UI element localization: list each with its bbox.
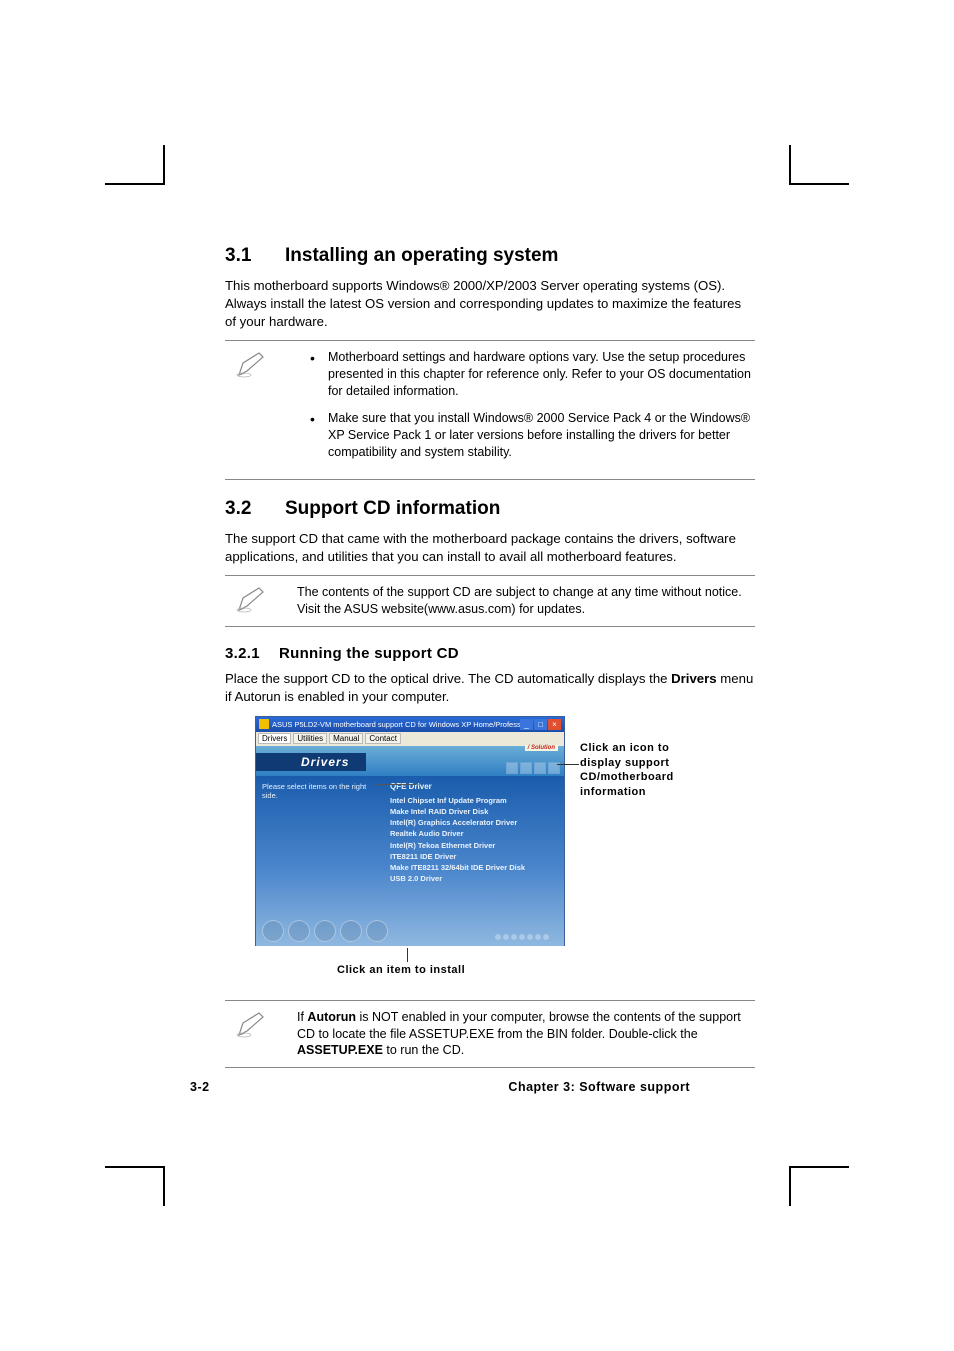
banner-tag: / Solution: [525, 745, 558, 751]
info-icon[interactable]: [506, 762, 518, 774]
bold: ASSETUP.EXE: [297, 1043, 383, 1057]
list-item[interactable]: Make ITE8211 32/64bit IDE Driver Disk: [390, 862, 560, 873]
section2-intro: The support CD that came with the mother…: [225, 530, 755, 566]
note-box-3: If Autorun is NOT enabled in your comput…: [225, 1000, 755, 1069]
note1-item1: Motherboard settings and hardware option…: [310, 349, 755, 400]
menu-manual[interactable]: Manual: [329, 733, 363, 744]
dot: [535, 934, 541, 940]
round-icon[interactable]: [314, 920, 336, 942]
dot: [511, 934, 517, 940]
menu-bar: Drivers Utilities Manual Contact: [256, 732, 564, 746]
right-panel: QFE Driver Intel Chipset Inf Update Prog…: [386, 776, 564, 946]
callout-line: [376, 784, 416, 785]
list-item[interactable]: Intel(R) Graphics Accelerator Driver: [390, 817, 560, 828]
round-icon[interactable]: [366, 920, 388, 942]
round-icon[interactable]: [262, 920, 284, 942]
text: Place the support CD to the optical driv…: [225, 671, 671, 686]
dot: [543, 934, 549, 940]
callout-line-right: [557, 764, 579, 765]
footer: 3-2 Chapter 3: Software support: [190, 1080, 690, 1094]
heading-num: 3.1: [225, 245, 285, 267]
note2-text: The contents of the support CD are subje…: [297, 584, 755, 618]
page-number: 3-2: [190, 1080, 210, 1094]
chapter-label: Chapter 3: Software support: [508, 1080, 690, 1094]
crop-mark-bl: [105, 1166, 165, 1206]
banner: / Solution Drivers: [256, 746, 564, 776]
window-body: Please select items on the right side. Q…: [256, 776, 564, 946]
window-buttons: _ □ ×: [520, 719, 561, 730]
close-icon[interactable]: ×: [548, 719, 561, 730]
list-item[interactable]: Intel(R) Tekoa Ethernet Driver: [390, 840, 560, 851]
minimize-icon[interactable]: _: [520, 719, 533, 730]
note-box-2: The contents of the support CD are subje…: [225, 575, 755, 627]
heading-num: 3.2: [225, 498, 285, 520]
heading-text: Running the support CD: [279, 645, 459, 662]
list-item[interactable]: Realtek Audio Driver: [390, 828, 560, 839]
round-icon[interactable]: [288, 920, 310, 942]
text: If: [297, 1010, 307, 1024]
section1-intro: This motherboard supports Windows® 2000/…: [225, 277, 755, 330]
list-item[interactable]: Intel Chipset Inf Update Program: [390, 795, 560, 806]
info-icon[interactable]: [520, 762, 532, 774]
text: is NOT enabled in your computer, browse …: [297, 1010, 741, 1041]
crop-mark-br: [789, 1166, 849, 1206]
heading-num: 3.2.1: [225, 645, 279, 662]
left-text: Please select items on the right side.: [262, 782, 380, 800]
dot: [519, 934, 525, 940]
maximize-icon[interactable]: □: [534, 719, 547, 730]
dot: [503, 934, 509, 940]
crop-mark-tl: [105, 145, 165, 185]
heading-3-2-1: 3.2.1Running the support CD: [225, 645, 755, 662]
pencil-icon: [235, 1009, 269, 1039]
pencil-icon: [235, 584, 269, 614]
menu-utilities[interactable]: Utilities: [293, 733, 327, 744]
bold: Autorun: [307, 1010, 356, 1024]
screenshot-area: ASUS P5LD2-VM motherboard support CD for…: [225, 716, 755, 976]
note3-text: If Autorun is NOT enabled in your comput…: [297, 1009, 755, 1060]
section21-intro: Place the support CD to the optical driv…: [225, 670, 755, 706]
pencil-icon: [235, 349, 269, 379]
text: to run the CD.: [383, 1043, 464, 1057]
heading-text: Installing an operating system: [285, 245, 558, 266]
list-item[interactable]: ITE8211 IDE Driver: [390, 851, 560, 862]
round-icon[interactable]: [340, 920, 362, 942]
callout-bottom: Click an item to install: [337, 964, 465, 976]
bold: Drivers: [671, 671, 716, 686]
support-cd-window: ASUS P5LD2-VM motherboard support CD for…: [255, 716, 565, 946]
heading-3-2: 3.2Support CD information: [225, 498, 755, 520]
heading-3-1: 3.1Installing an operating system: [225, 245, 755, 267]
bottom-icons: [262, 920, 388, 942]
heading-text: Support CD information: [285, 498, 500, 519]
menu-contact[interactable]: Contact: [365, 733, 401, 744]
menu-drivers[interactable]: Drivers: [258, 733, 291, 744]
callout-right: Click an icon to display support CD/moth…: [580, 741, 700, 800]
page-content: 3.1Installing an operating system This m…: [225, 245, 755, 1086]
banner-stripe: Drivers: [256, 753, 366, 771]
list-item[interactable]: USB 2.0 Driver: [390, 873, 560, 884]
crop-mark-tr: [789, 145, 849, 185]
callout-line-bottom: [407, 948, 408, 962]
info-icon[interactable]: [534, 762, 546, 774]
dot: [527, 934, 533, 940]
window-title: ASUS P5LD2-VM motherboard support CD for…: [272, 720, 520, 729]
window-titlebar: ASUS P5LD2-VM motherboard support CD for…: [256, 717, 564, 732]
list-item[interactable]: Make Intel RAID Driver Disk: [390, 806, 560, 817]
note-box-1: Motherboard settings and hardware option…: [225, 340, 755, 479]
banner-title: Drivers: [301, 755, 349, 769]
app-icon: [259, 719, 269, 729]
banner-icons: [506, 762, 560, 774]
pager-dots: [495, 934, 549, 940]
note1-item2: Make sure that you install Windows® 2000…: [310, 410, 755, 461]
dot: [495, 934, 501, 940]
